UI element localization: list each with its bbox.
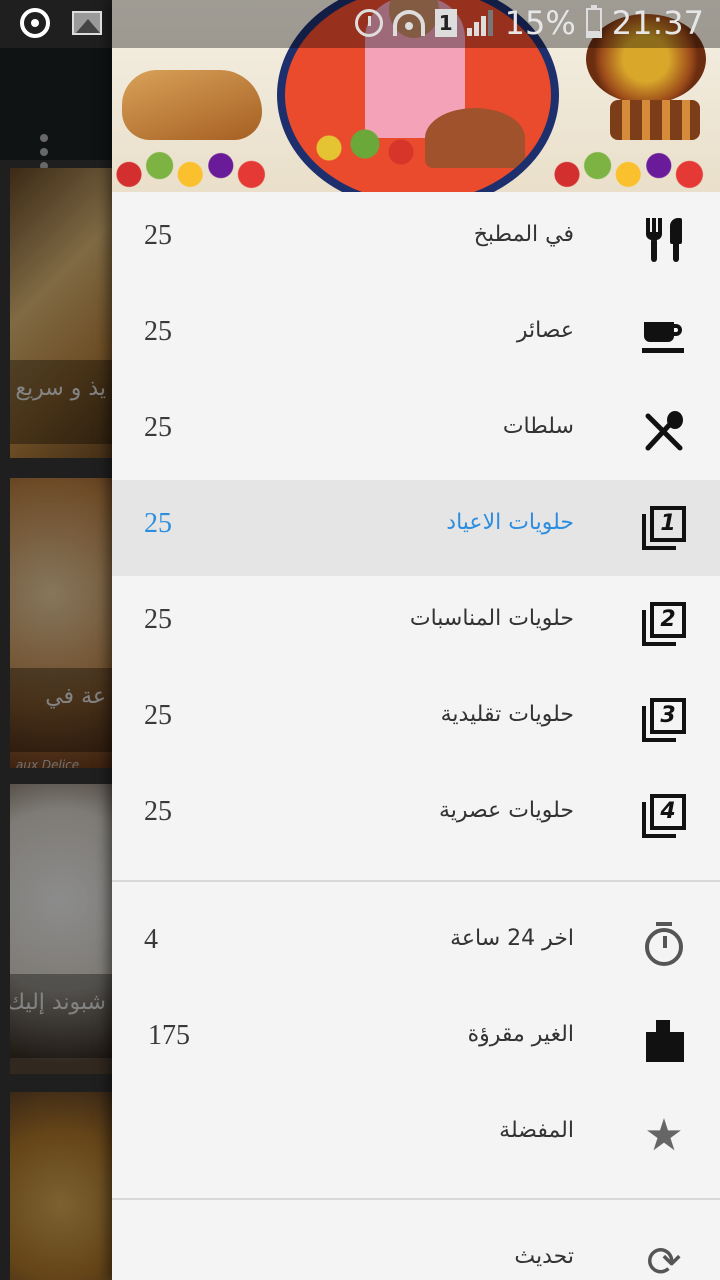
item-count: 25 <box>144 316 172 347</box>
drawer-item-kitchen[interactable]: 25 في المطبخ <box>112 192 720 288</box>
item-count: 4 <box>144 924 158 955</box>
filter-3-icon: 3 <box>642 698 686 742</box>
drawer-item-last-24h[interactable]: 4 اخر 24 ساعة <box>112 896 720 992</box>
item-label: حلويات عصرية <box>438 798 574 823</box>
filter-2-icon: 2 <box>642 602 686 646</box>
item-label: في المطبخ <box>473 222 574 247</box>
drawer-item-traditional-sweets[interactable]: 25 حلويات تقليدية 3 <box>112 672 720 768</box>
drawer-item-modern-sweets[interactable]: 25 حلويات عصرية 4 <box>112 768 720 864</box>
item-count: 25 <box>144 604 172 635</box>
item-label: سلطات <box>502 414 574 439</box>
sim-icon: 1 <box>434 9 457 37</box>
drawer-item-holiday-sweets[interactable]: 25 حلويات الاعياد 1 <box>112 480 720 576</box>
item-count: 25 <box>144 508 172 539</box>
drawer-divider <box>112 1198 720 1200</box>
wifi-icon <box>392 10 425 36</box>
item-label: الغير مقرؤة <box>467 1022 574 1047</box>
item-count: 25 <box>144 220 172 251</box>
salad-icon <box>642 410 686 454</box>
item-count: 25 <box>144 796 172 827</box>
item-label: حلويات الاعياد <box>446 510 574 535</box>
drawer-item-salads[interactable]: 25 سلطات <box>112 384 720 480</box>
battery-icon <box>585 5 602 38</box>
clock: 21:37 <box>611 4 704 42</box>
timer-icon <box>642 922 686 966</box>
cup-icon <box>642 314 686 358</box>
drawer-item-unread[interactable]: 175 الغير مقرؤة <box>112 992 720 1088</box>
battery-percent: 15% <box>504 4 576 42</box>
drawer-item-refresh[interactable]: تحديث ⟳ <box>112 1214 720 1280</box>
filter-1-icon: 1 <box>642 506 686 550</box>
utensils-icon <box>642 218 686 262</box>
star-icon: ★ <box>644 1110 684 1161</box>
item-label: عصائر <box>516 318 574 343</box>
navigation-drawer: 25 في المطبخ 25 عصائر 25 سلطات 25 حلويات… <box>112 0 720 1280</box>
status-bar: 1 15% 21:37 <box>0 0 720 48</box>
item-count: 25 <box>144 700 172 731</box>
drawer-menu: 25 في المطبخ 25 عصائر 25 سلطات 25 حلويات… <box>112 192 720 1280</box>
item-label: حلويات المناسبات <box>409 606 574 631</box>
item-label: تحديث <box>514 1244 574 1269</box>
drawer-item-juices[interactable]: 25 عصائر <box>112 288 720 384</box>
item-label: المفضلة <box>499 1118 574 1143</box>
drawer-divider <box>112 880 720 882</box>
unread-icon <box>642 1018 686 1062</box>
drawer-item-occasion-sweets[interactable]: 25 حلويات المناسبات 2 <box>112 576 720 672</box>
item-label: اخر 24 ساعة <box>450 926 574 951</box>
alarm-icon <box>354 9 383 37</box>
item-count: 175 <box>148 1020 190 1051</box>
signal-icon <box>466 10 495 36</box>
drawer-item-favorites[interactable]: المفضلة ★ <box>112 1088 720 1184</box>
item-count: 25 <box>144 412 172 443</box>
refresh-icon: ⟳ <box>646 1237 682 1280</box>
item-label: حلويات تقليدية <box>440 702 574 727</box>
gallery-notification-icon <box>72 11 102 35</box>
filter-4-icon: 4 <box>642 794 686 838</box>
sync-icon <box>20 8 50 38</box>
